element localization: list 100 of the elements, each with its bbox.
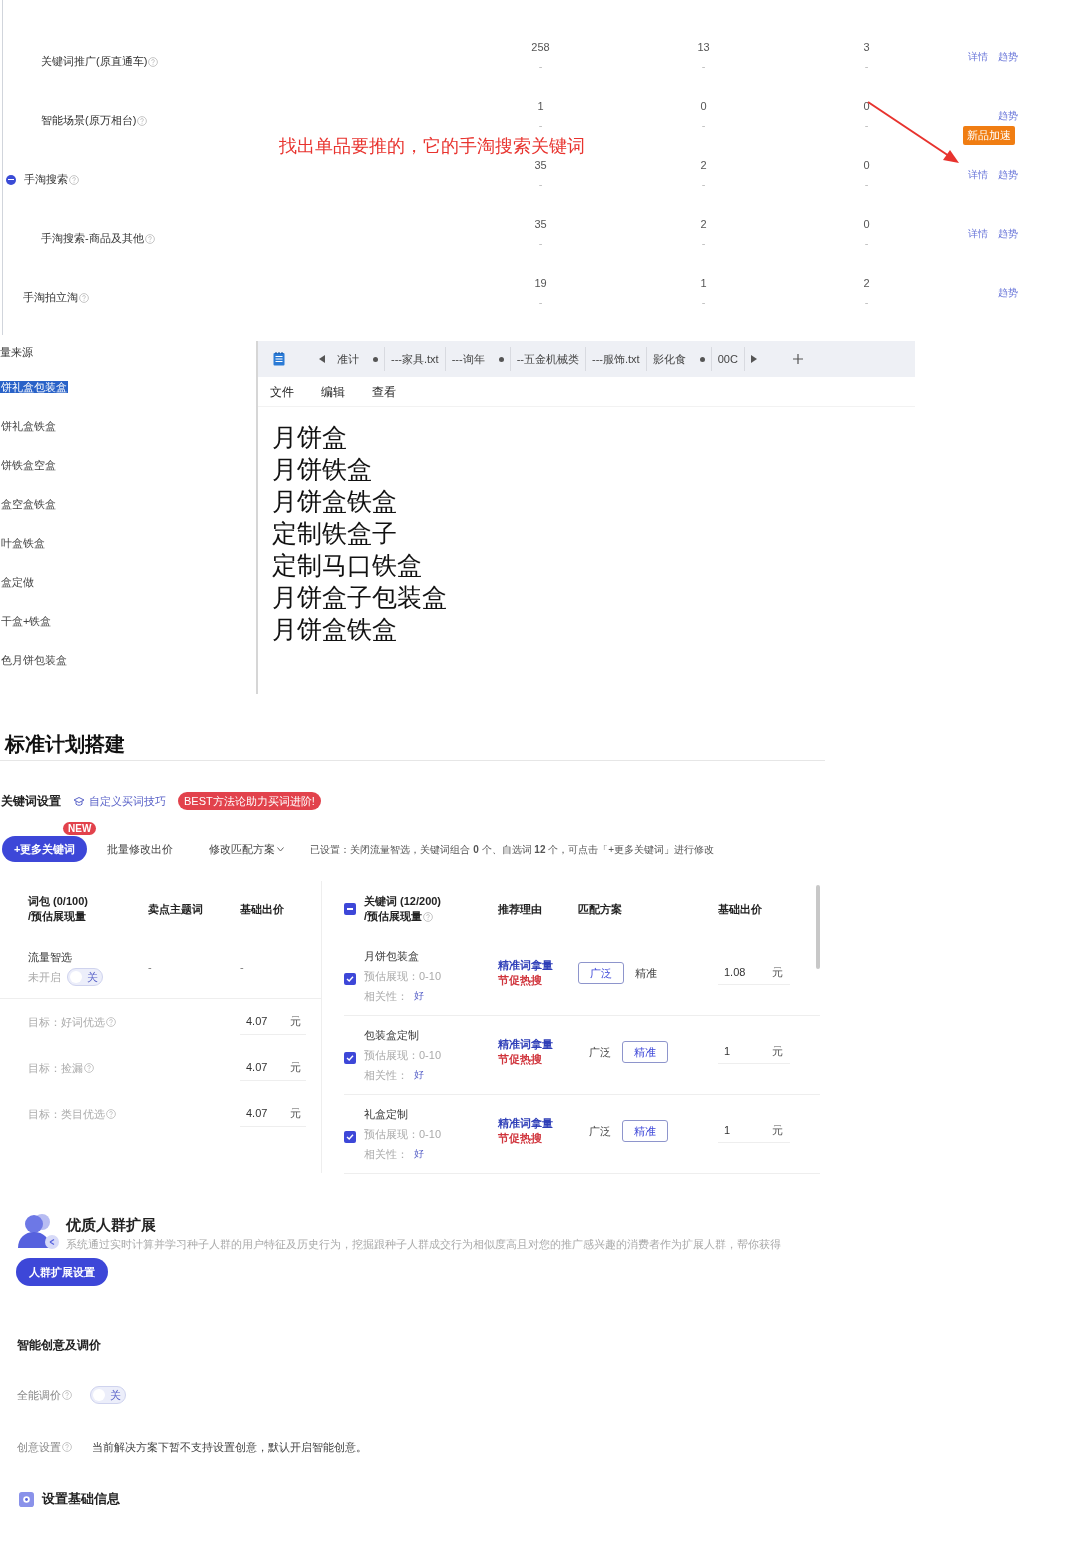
source-item[interactable]: 色月饼包装盒 xyxy=(0,654,68,666)
batch-bid-link[interactable]: 批量修改出价 xyxy=(107,840,174,858)
source-item[interactable]: 饼礼盒包装盒 xyxy=(0,381,68,393)
row-label: 手淘搜索 xyxy=(24,172,68,188)
annotation-text: 找出单品要推的，它的手淘搜索关键词 xyxy=(279,135,585,158)
help-icon xyxy=(144,233,155,244)
text-line: 月饼盒铁盒 xyxy=(272,486,397,517)
row-label: 关键词推广(原直通车) xyxy=(41,54,148,70)
metric-value: 35 xyxy=(534,216,547,232)
scrollbar[interactable] xyxy=(816,885,820,969)
source-item[interactable]: 盒空盒铁盒 xyxy=(0,498,57,510)
estimate-text: 预估展现：0-10 xyxy=(364,969,443,984)
text-line: 月饼盒铁盒 xyxy=(272,614,397,645)
crowd-settings-button[interactable]: 人群扩展设置 xyxy=(16,1258,108,1287)
bid-field[interactable]: 4.07 元 xyxy=(240,1101,306,1127)
match-dropdown[interactable]: 修改匹配方案 xyxy=(209,840,285,858)
help-icon xyxy=(137,115,148,126)
metric-value: 0 xyxy=(863,216,870,232)
file-tab[interactable]: 00C xyxy=(711,347,745,371)
help-icon xyxy=(423,911,434,922)
description-text: 系统通过实时计算并学习种子人群的用户特征及历史行为，挖掘跟种子人群成交行为相似度高且对您的推广感兴趣的消费者作为扩展人群，帮你获得 xyxy=(66,1236,781,1252)
graduation-cap-icon xyxy=(73,795,85,807)
text-link[interactable]: 趋势 xyxy=(998,226,1018,241)
text-link[interactable]: 详情 xyxy=(968,167,988,182)
match-option[interactable]: 精准 xyxy=(622,1041,668,1063)
row-label: 手淘搜索-商品及其他 xyxy=(41,231,144,247)
reason-tag: 节促热搜 xyxy=(498,1052,542,1067)
section-title: 标准计划搭建 xyxy=(0,715,825,761)
source-item[interactable]: 盒定做 xyxy=(0,576,35,588)
file-tab[interactable]: 准计 xyxy=(331,347,385,371)
checkbox[interactable] xyxy=(344,973,356,985)
match-option[interactable]: 广泛 xyxy=(578,1120,622,1142)
source-item[interactable]: 饼铁盒空盒 xyxy=(0,459,57,471)
menu-item[interactable]: 文件 xyxy=(270,382,294,401)
menu-item[interactable]: 编辑 xyxy=(321,382,345,401)
match-option[interactable]: 精准 xyxy=(622,1120,668,1142)
match-option[interactable]: 广泛 xyxy=(578,962,624,984)
toggle-switch[interactable]: 关 xyxy=(67,967,103,986)
text-line: 定制马口铁盒 xyxy=(272,550,422,581)
add-keywords-button[interactable]: +更多关键词 xyxy=(2,836,88,862)
new-tab-icon[interactable] xyxy=(792,354,803,364)
reason-tag: 精准词拿量 xyxy=(498,1116,553,1131)
checkbox[interactable] xyxy=(344,1131,356,1143)
metric-value: 3 xyxy=(863,39,870,55)
empty-value: - xyxy=(701,176,706,192)
file-tab[interactable]: ---询年 xyxy=(445,347,511,371)
file-tab[interactable]: ---服饰.txt xyxy=(586,347,647,371)
toggle-switch[interactable]: 关 xyxy=(90,1386,126,1404)
summary-text: 已设置：关闭流量智选，关键词组合 0 个、自选词 12 个，可点击「+更多关键词」进行修改 xyxy=(310,842,715,857)
text-link[interactable]: 自定义买词技巧 xyxy=(89,792,166,810)
empty-value: - xyxy=(538,294,543,310)
text-link[interactable]: 趋势 xyxy=(998,285,1018,300)
row-label: 手淘拍立淘 xyxy=(23,290,78,306)
section-title: 设置基础信息 xyxy=(42,1490,120,1509)
bid-field[interactable]: 1 元 xyxy=(718,1119,790,1143)
text-link[interactable]: 趋势 xyxy=(998,167,1018,182)
source-item[interactable]: 饼礼盒铁盒 xyxy=(0,420,57,432)
source-item[interactable]: 干盒+铁盒 xyxy=(0,615,53,627)
empty-value: - xyxy=(538,176,543,192)
empty-value: - xyxy=(701,235,706,251)
select-all-checkbox[interactable] xyxy=(344,903,356,915)
metric-value: 0 xyxy=(863,98,870,114)
text-link[interactable]: 详情 xyxy=(968,49,988,64)
menu-item[interactable]: 查看 xyxy=(372,382,396,401)
collapse-icon[interactable] xyxy=(6,174,16,185)
column-header: 词包 (0/100) xyxy=(28,894,89,909)
help-icon xyxy=(106,1017,116,1027)
tag-badge: 新品加速 xyxy=(963,126,1015,145)
settings-label: 关键词设置 xyxy=(1,793,61,810)
text-link[interactable]: 趋势 xyxy=(998,49,1018,64)
scroll-right-icon[interactable] xyxy=(750,355,757,363)
metric-value: 2 xyxy=(863,275,870,291)
empty-value: - xyxy=(148,961,152,974)
file-tab[interactable]: --五金机械类 xyxy=(510,347,586,371)
bid-field[interactable]: 4.07 元 xyxy=(240,1055,306,1081)
empty-value: - xyxy=(864,58,869,74)
bid-field[interactable]: 4.07 元 xyxy=(240,1009,306,1035)
metric-value: 1 xyxy=(700,275,707,291)
promo-badge: BEST方法论助力买词进阶! xyxy=(178,791,321,811)
text-link[interactable]: 趋势 xyxy=(998,108,1018,123)
scroll-left-icon[interactable] xyxy=(319,355,325,363)
metric-value: 1 xyxy=(537,98,544,114)
empty-value: - xyxy=(701,294,706,310)
checkbox[interactable] xyxy=(344,1052,356,1064)
match-option[interactable]: 广泛 xyxy=(578,1041,622,1063)
file-tab[interactable]: 影化食 xyxy=(646,347,712,371)
empty-value: - xyxy=(240,961,244,974)
text-line: 月饼盒 xyxy=(272,422,347,453)
bid-field[interactable]: 1 元 xyxy=(718,1040,790,1064)
keyword-text: 包装盒定制 xyxy=(364,1028,420,1043)
empty-value: - xyxy=(864,176,869,192)
text-link[interactable]: 详情 xyxy=(968,226,988,241)
status-text: 未开启 xyxy=(28,969,61,985)
reason-tag: 精准词拿量 xyxy=(498,1037,553,1052)
match-option[interactable]: 精准 xyxy=(624,962,668,984)
bid-field[interactable]: 1.08 元 xyxy=(718,961,790,985)
source-item[interactable]: 叶盒铁盒 xyxy=(0,537,46,549)
goal-label: 目标：好词优选 xyxy=(28,1014,105,1030)
file-tab[interactable]: ---家具.txt xyxy=(385,347,446,371)
text-line: 月饼盒子包装盒 xyxy=(272,582,447,613)
